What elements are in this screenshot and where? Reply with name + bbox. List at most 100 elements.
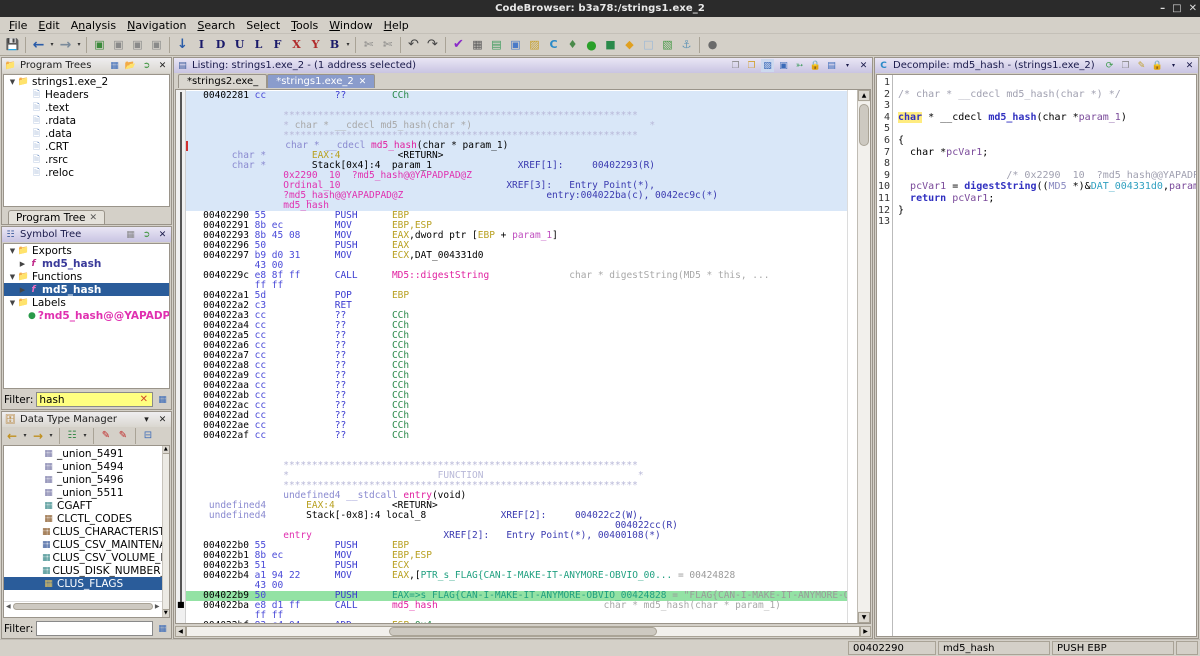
letter-f-icon[interactable]: F <box>268 35 287 54</box>
letter-l-icon[interactable]: L <box>249 35 268 54</box>
hscroll-right-icon[interactable]: ▶ <box>155 603 162 610</box>
create-folder-icon[interactable]: ▦ <box>108 59 121 72</box>
decompile-line[interactable] <box>898 77 1196 89</box>
menu-tools[interactable]: Tools <box>286 18 323 33</box>
snapshot-icon[interactable]: ✄ <box>359 35 378 54</box>
scrollbar-thumb[interactable] <box>388 626 658 636</box>
layout-dropdown-icon[interactable]: ▾ <box>841 59 854 72</box>
scroll-down-icon[interactable]: ▼ <box>162 609 169 617</box>
decompile-line[interactable] <box>898 100 1196 112</box>
expand-arrow-icon[interactable]: ▼ <box>8 247 17 255</box>
expand-arrow-icon[interactable]: ▼ <box>8 273 17 281</box>
symbol-group-exports[interactable]: ▼ 📁 Exports <box>4 244 169 257</box>
toggle-select-icon[interactable]: ▧ <box>761 59 774 72</box>
down-arrow-icon[interactable]: ↓ <box>173 35 192 54</box>
lock-icon[interactable]: 🔒 <box>1151 59 1164 72</box>
decompile-code[interactable]: /* char * __cdecl md5_hash(char *) */ ch… <box>893 75 1196 636</box>
decompile-line[interactable]: char * __cdecl md5_hash(char *param_1) <box>898 111 1196 124</box>
menu-analysis[interactable]: Analysis <box>66 18 121 33</box>
expand-arrow-icon[interactable]: ▶ <box>18 260 27 268</box>
diff-icon[interactable]: ▣ <box>777 59 790 72</box>
minimize-icon[interactable]: – <box>1160 3 1165 14</box>
tab-program-tree[interactable]: Program Tree ✕ <box>8 210 106 224</box>
tree-node-data[interactable]: 🗎 .data <box>4 127 169 140</box>
back-dropdown-icon[interactable]: ▾ <box>48 41 56 48</box>
expand-arrow-icon[interactable]: ▼ <box>8 78 17 86</box>
bytes-viewer-icon[interactable]: ▦ <box>468 35 487 54</box>
data-type-item[interactable]: ▦ _union_5496 <box>4 473 162 486</box>
decompile-line[interactable]: { <box>898 135 1196 147</box>
close-icon[interactable]: ✕ <box>1183 59 1196 72</box>
data-type-item[interactable]: ▦ CGAFT <box>4 499 162 512</box>
dropdown-icon[interactable]: ▾ <box>140 413 153 426</box>
letter-dropdown-icon[interactable]: ▾ <box>344 41 352 48</box>
collapse-all-icon[interactable]: ⊟ <box>140 428 156 443</box>
close-icon[interactable]: ✕ <box>857 59 870 72</box>
tree-node-text[interactable]: 🗎 .text <box>4 101 169 114</box>
decompile-line[interactable] <box>898 158 1196 170</box>
program-copy-icon[interactable]: ▣ <box>109 35 128 54</box>
listing-row[interactable]: 004022bf 83 c4 04 ADD ESP,0x4 <box>186 621 847 624</box>
refresh-icon[interactable]: ⟳ <box>1103 59 1116 72</box>
tree-node-root[interactable]: ▼ 📁 strings1.exe_2 <box>4 75 169 88</box>
filter-pencil-icon[interactable]: ✎ <box>98 428 114 443</box>
forward-dropdown-icon[interactable]: ▾ <box>47 432 55 439</box>
letter-d-icon[interactable]: D <box>211 35 230 54</box>
listing-code-area[interactable]: 00402281 cc ?? CCh *********************… <box>186 90 847 623</box>
data-type-list[interactable]: ▦ _union_5491 ▦ _union_5494 ▦ _union_549… <box>3 445 170 618</box>
function-graph-icon[interactable]: ▨ <box>525 35 544 54</box>
letter-i-icon[interactable]: I <box>192 35 211 54</box>
listing-vertical-scrollbar[interactable]: ▲ ▼ <box>857 90 870 623</box>
hscroll-left-icon[interactable]: ◀ <box>175 625 186 637</box>
close-icon[interactable]: ✕ <box>1189 3 1197 14</box>
undo-icon[interactable]: ↶ <box>404 35 423 54</box>
tree-node-reloc[interactable]: 🗎 .reloc <box>4 166 169 179</box>
create-icon[interactable]: ▦ <box>124 228 137 241</box>
back-arrow-icon[interactable]: ← <box>4 428 20 443</box>
collapse-icon[interactable]: ➲ <box>140 59 153 72</box>
letter-b-icon[interactable]: B <box>325 35 344 54</box>
data-type-item[interactable]: ▦ CLUS_CSV_VOLUME_INFO <box>4 551 162 564</box>
paste-icon[interactable]: ❐ <box>745 59 758 72</box>
tree-node-headers[interactable]: 🗎 Headers <box>4 88 169 101</box>
defined-strings-icon[interactable]: ▧ <box>658 35 677 54</box>
decompile-line[interactable]: pcVar1 = digestString((MD5 *)&DAT_004331… <box>898 181 1196 193</box>
maximize-icon[interactable]: □ <box>1172 3 1181 14</box>
window-icon[interactable]: ▣ <box>506 35 525 54</box>
clear-filter-icon[interactable]: ✎ <box>115 428 131 443</box>
copy-icon[interactable]: ❐ <box>729 59 742 72</box>
menu-window[interactable]: Window <box>324 18 377 33</box>
decompile-line[interactable] <box>898 123 1196 135</box>
program-copy2-icon[interactable]: ▣ <box>128 35 147 54</box>
letter-y-icon[interactable]: Y <box>306 35 325 54</box>
listing-row[interactable] <box>186 441 847 451</box>
edit-icon[interactable]: ✎ <box>1135 59 1148 72</box>
program-trees-tree[interactable]: ▼ 📁 strings1.exe_2 🗎 Headers 🗎 .text 🗎 .… <box>3 74 170 207</box>
diff-icon[interactable]: ◆ <box>620 35 639 54</box>
defined-data-icon[interactable]: □ <box>639 35 658 54</box>
symbol-group-labels[interactable]: ▼ 📁 Labels <box>4 296 169 309</box>
data-type-item-selected[interactable]: ▦ CLUS_FLAGS <box>4 577 162 590</box>
symbol-tree-tree[interactable]: ▼ 📁 Exports ▶ f md5_hash ▼ 📁 Functions ▶… <box>3 243 170 389</box>
data-type-filter-input[interactable] <box>36 621 153 636</box>
tree-node-crt[interactable]: 🗎 .CRT <box>4 140 169 153</box>
layout-icon[interactable]: ▤ <box>825 59 838 72</box>
forward-arrow-icon[interactable]: → <box>56 35 75 54</box>
data-type-item[interactable]: ▦ _union_5511 <box>4 486 162 499</box>
symbol-group-functions[interactable]: ▼ 📁 Functions <box>4 270 169 283</box>
listing-row[interactable]: 004022b4 a1 94 22 MOV EAX,[PTR_s_FLAG{CA… <box>186 571 847 581</box>
scroll-up-icon[interactable]: ▲ <box>858 90 870 101</box>
decompile-line[interactable]: /* char * __cdecl md5_hash(char *) */ <box>898 89 1196 101</box>
menu-file[interactable]: File <box>4 18 32 33</box>
data-type-item[interactable]: ▦ _union_5494 <box>4 460 162 473</box>
clear-filter-icon[interactable]: ✕ <box>140 394 150 405</box>
listing-marker-column[interactable] <box>847 90 857 623</box>
menu-navigation[interactable]: Navigation <box>122 18 191 33</box>
listing-tab-strings2[interactable]: *strings2.exe_ <box>178 74 268 88</box>
relocation-icon[interactable]: ⚓ <box>677 35 696 54</box>
copy-icon[interactable]: ❐ <box>1119 59 1132 72</box>
horizontal-scrollbar[interactable] <box>12 602 153 610</box>
tree-dropdown-icon[interactable]: ▾ <box>81 432 89 439</box>
program-open-icon[interactable]: ▣ <box>90 35 109 54</box>
listing-horizontal-scrollbar[interactable] <box>186 625 860 637</box>
